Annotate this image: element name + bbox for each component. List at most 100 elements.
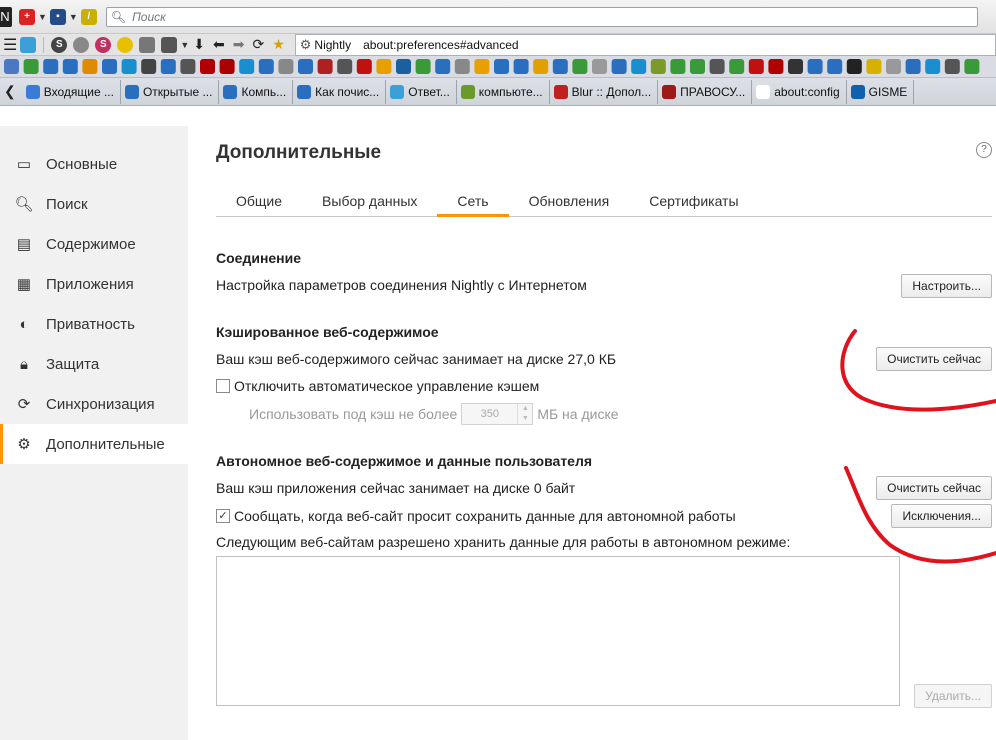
checkbox-box[interactable]: ✓ (216, 509, 230, 523)
sidebar-item[interactable]: ◐ Приватность (0, 304, 188, 344)
cache-size-stepper[interactable]: 350 ▲ ▼ (461, 403, 534, 425)
extension-icon[interactable] (73, 36, 90, 53)
bookmark-favicon-icon[interactable] (846, 58, 862, 74)
bookmark-favicon-icon[interactable] (592, 58, 607, 74)
forward-icon[interactable]: ➡ (233, 36, 245, 53)
bookmark-favicon-icon[interactable] (415, 58, 431, 74)
sidebar-item[interactable]: ⚙ Дополнительные (0, 424, 188, 464)
bookmark-favicon-icon[interactable] (337, 58, 353, 74)
offline-exceptions-button[interactable]: Исключения... (891, 504, 992, 528)
chevron-down-icon[interactable]: ▼ (180, 40, 189, 50)
preferences-tab[interactable]: Сертификаты (629, 186, 758, 216)
sidebar-item[interactable]: ▦ Приложения (0, 264, 188, 304)
bookmark-favicon-icon[interactable] (513, 58, 529, 74)
cache-size-value[interactable]: 350 (462, 408, 517, 420)
bookmark-favicon-icon[interactable] (474, 58, 490, 74)
preferences-tab[interactable]: Общие (216, 186, 302, 216)
stepper-arrows-icon[interactable]: ▲ ▼ (517, 404, 532, 424)
browser-tab[interactable]: Компь... (219, 79, 294, 104)
tab-scroll-left-icon[interactable]: ❮ (4, 83, 16, 100)
browser-tab[interactable]: GISME (847, 79, 915, 104)
browser-tab[interactable]: Ответ... (386, 79, 457, 104)
preferences-tab[interactable]: Сеть (437, 186, 509, 217)
browser-tab[interactable]: about:config (752, 79, 847, 104)
bookmark-favicon-icon[interactable] (866, 58, 882, 74)
extension-icon[interactable] (139, 36, 156, 53)
bookmark-favicon-icon[interactable] (376, 58, 392, 74)
bookmark-favicon-icon[interactable] (690, 58, 705, 74)
bookmark-favicon-icon[interactable] (43, 58, 59, 74)
offline-sites-list[interactable] (216, 556, 900, 706)
sidebar-item[interactable]: ▤ Содержимое (0, 224, 188, 264)
browser-tab[interactable]: ПРАВОСУ... (658, 79, 753, 104)
bookmark-favicon-icon[interactable] (278, 58, 294, 74)
bookmark-favicon-icon[interactable] (121, 58, 137, 74)
extension-icon[interactable]: S (95, 36, 112, 53)
bookmark-favicon-icon[interactable] (748, 58, 764, 74)
new-tab-icon[interactable]: + (19, 8, 35, 25)
bookmark-favicon-icon[interactable] (317, 58, 333, 74)
bookmark-favicon-icon[interactable] (768, 58, 784, 74)
bookmark-favicon-icon[interactable] (670, 58, 686, 74)
reload-icon[interactable]: ⟳ (252, 36, 264, 53)
bookmark-favicon-icon[interactable] (827, 58, 843, 74)
bookmark-favicon-icon[interactable] (454, 58, 470, 74)
bookmark-favicon-icon[interactable] (709, 58, 725, 74)
chevron-down-icon[interactable]: ▼ (38, 12, 47, 22)
search-bar[interactable]: 🔍︎ (105, 6, 978, 27)
bookmark-favicon-icon[interactable] (905, 58, 921, 74)
connection-settings-button[interactable]: Настроить... (901, 274, 992, 298)
bookmark-favicon-icon[interactable] (886, 58, 901, 74)
back-icon[interactable]: ⬅ (213, 36, 225, 53)
sidebar-item[interactable]: 🔒︎ Защита (0, 344, 188, 384)
bookmark-favicon-icon[interactable] (23, 58, 39, 74)
highlighter-icon[interactable]: / (80, 8, 97, 25)
bookmark-favicon-icon[interactable] (631, 58, 647, 74)
menu-icon[interactable]: ☰ (3, 35, 17, 55)
bookmark-favicon-icon[interactable] (356, 58, 372, 74)
extension-icon[interactable] (117, 36, 134, 53)
checkbox-box[interactable] (216, 379, 230, 393)
bookmark-favicon-icon[interactable] (219, 58, 235, 74)
clear-cache-button[interactable]: Очистить сейчас (876, 347, 992, 371)
chevron-down-icon[interactable]: ▼ (69, 12, 78, 22)
bookmark-favicon-icon[interactable] (611, 58, 627, 74)
bookmark-favicon-icon[interactable] (298, 58, 313, 74)
extension-icon[interactable]: S (51, 36, 68, 53)
sidebar-item[interactable]: ▭ Основные (0, 144, 188, 184)
bookmark-favicon-icon[interactable] (964, 58, 980, 74)
bookmark-favicon-icon[interactable] (141, 58, 157, 74)
bookmark-favicon-icon[interactable] (82, 58, 98, 74)
override-cache-checkbox[interactable]: Отключить автоматическое управление кэше… (216, 378, 539, 394)
bookmark-favicon-icon[interactable] (160, 58, 176, 74)
download-icon[interactable]: ⬇ (193, 36, 205, 53)
url-text[interactable]: about:preferences#advanced (359, 38, 518, 52)
save-icon[interactable]: ▪ (49, 8, 66, 25)
sidebar-item[interactable]: 🔍︎ Поиск (0, 184, 188, 224)
bookmark-favicon-icon[interactable] (807, 58, 823, 74)
bookmark-favicon-icon[interactable] (650, 58, 666, 74)
browser-tab[interactable]: Blur :: Допол... (550, 79, 659, 104)
bookmark-favicon-icon[interactable] (239, 58, 255, 74)
bookmark-favicon-icon[interactable] (572, 58, 588, 74)
bookmark-favicon-icon[interactable] (200, 58, 215, 74)
bookmark-star-icon[interactable]: ★ (272, 36, 285, 53)
browser-tab[interactable]: компьюте... (457, 79, 550, 104)
help-icon[interactable]: ? (976, 142, 992, 158)
bookmark-favicon-icon[interactable] (788, 58, 803, 74)
clear-offline-button[interactable]: Очистить сейчас (876, 476, 992, 500)
site-identity[interactable]: ⚙ Nightly (296, 37, 359, 53)
page-icon[interactable] (20, 36, 37, 53)
bookmark-favicon-icon[interactable] (533, 58, 549, 74)
bookmark-favicon-icon[interactable] (729, 58, 745, 74)
bookmark-favicon-icon[interactable] (258, 58, 274, 74)
bookmark-favicon-icon[interactable] (925, 58, 941, 74)
bookmark-favicon-icon[interactable] (180, 58, 196, 74)
bookmark-favicon-icon[interactable] (435, 58, 451, 74)
bookmark-favicon-icon[interactable] (62, 58, 78, 74)
preferences-tab[interactable]: Обновления (509, 186, 630, 216)
bookmark-favicon-icon[interactable] (552, 58, 568, 74)
remove-site-button[interactable]: Удалить... (914, 684, 992, 708)
browser-tab[interactable]: Как почис... (293, 79, 387, 104)
url-bar[interactable]: ⚙ Nightly about:preferences#advanced (294, 33, 996, 56)
